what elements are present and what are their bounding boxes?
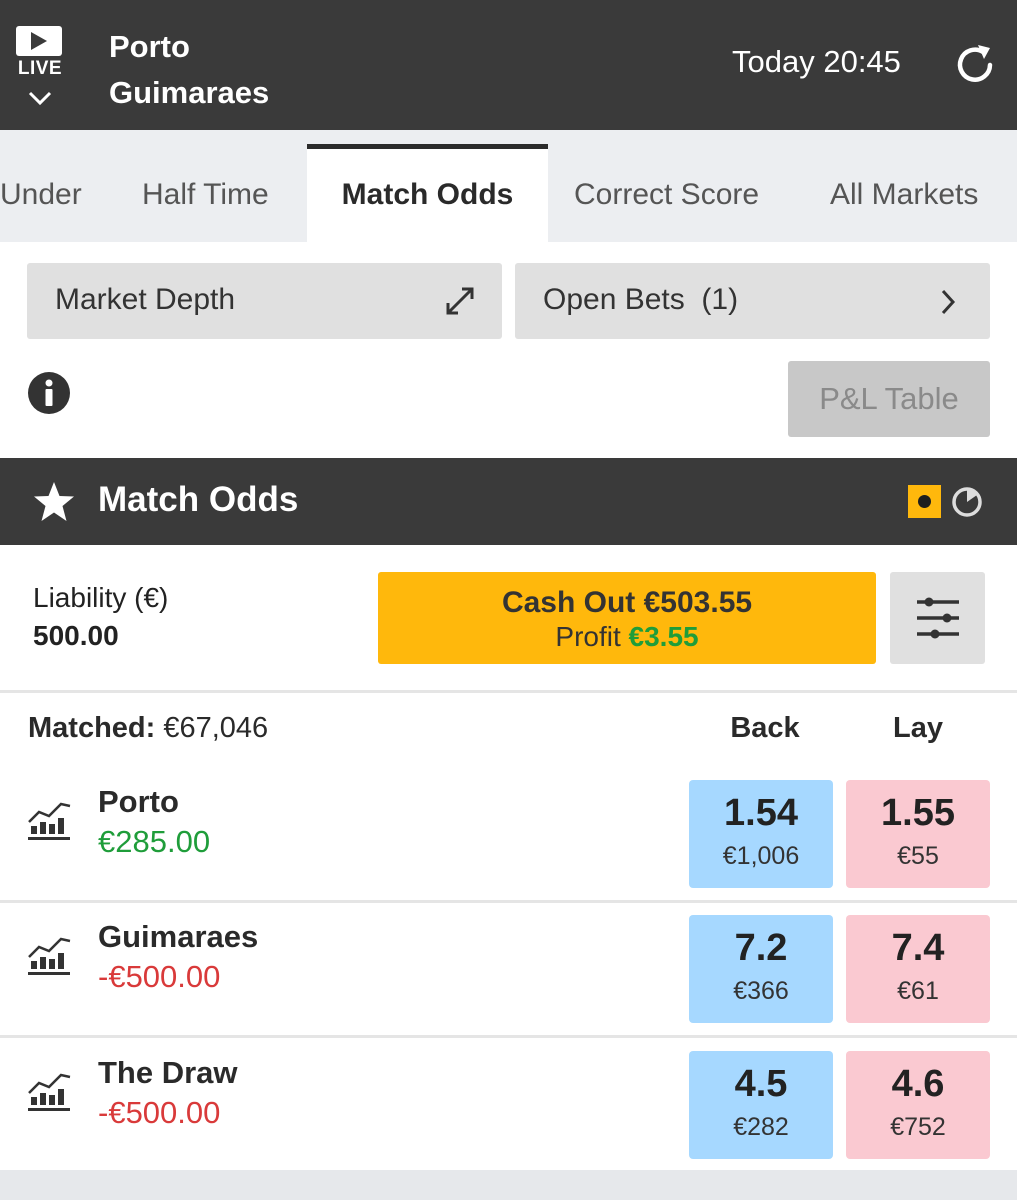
back-price: 1.54	[724, 792, 798, 834]
event-teams: Porto Guimaraes	[109, 24, 269, 116]
chevron-down-icon	[28, 91, 52, 106]
matched-amount: Matched: €67,046	[28, 712, 268, 745]
event-header: LIVE Porto Guimaraes Today 20:45	[0, 0, 1017, 130]
open-bets-label: Open Bets (1)	[543, 283, 739, 316]
open-bets-button[interactable]: Open Bets (1)	[515, 263, 990, 339]
profit-label: Profit	[555, 621, 621, 652]
back-odds-button[interactable]: 4.5 €282	[689, 1051, 833, 1159]
expand-icon	[446, 287, 474, 315]
star-icon[interactable]	[32, 480, 76, 524]
cash-out-label: Cash Out €503.55	[501, 586, 753, 619]
chart-icon[interactable]	[26, 796, 72, 842]
lay-odds-button[interactable]: 7.4 €61	[846, 915, 990, 1023]
runner-name: The Draw	[98, 1055, 238, 1090]
cash-out-settings-button[interactable]	[890, 572, 985, 664]
back-column-header: Back	[730, 712, 800, 744]
tab-correct-score[interactable]: Correct Score	[574, 144, 784, 242]
info-icon[interactable]	[27, 371, 71, 415]
market-title: Match Odds	[98, 480, 299, 519]
lay-volume: €55	[897, 842, 939, 870]
pl-table-button[interactable]: P&L Table	[788, 361, 990, 437]
market-depth-label: Market Depth	[55, 283, 236, 316]
away-team: Guimaraes	[109, 75, 270, 110]
home-team: Porto	[109, 29, 190, 64]
match-time: Today 20:45	[732, 44, 901, 79]
chart-icon[interactable]	[26, 1067, 72, 1113]
lay-volume: €752	[890, 1113, 946, 1141]
market-depth-button[interactable]: Market Depth	[27, 263, 502, 339]
lay-odds-button[interactable]: 4.6 €752	[846, 1051, 990, 1159]
live-toggle[interactable]: LIVE	[16, 26, 64, 116]
refresh-icon[interactable]	[952, 42, 998, 88]
cash-out-button[interactable]: Cash Out €503.55 Profit €3.55	[378, 572, 876, 664]
back-odds-button[interactable]: 1.54 €1,006	[689, 780, 833, 888]
back-odds-button[interactable]: 7.2 €366	[689, 915, 833, 1023]
chart-icon[interactable]	[26, 931, 72, 977]
profit-value: €3.55	[628, 621, 699, 652]
play-icon	[16, 26, 62, 56]
runner-pl: €285.00	[98, 824, 211, 859]
runner-pl: -€500.00	[98, 1095, 221, 1130]
divider	[0, 690, 1017, 693]
tab-under[interactable]: Under	[0, 144, 100, 242]
lay-volume: €61	[897, 977, 939, 1005]
lay-price: 1.55	[881, 792, 955, 834]
matched-label: Matched:	[28, 712, 156, 744]
in-play-icon	[908, 485, 941, 518]
matched-value: €67,046	[163, 712, 269, 744]
lay-column-header: Lay	[893, 712, 943, 744]
timer-icon	[952, 487, 982, 517]
tab-half-time[interactable]: Half Time	[142, 144, 292, 242]
tab-all-markets[interactable]: All Markets	[830, 144, 1017, 242]
tab-match-odds[interactable]: Match Odds	[307, 144, 548, 242]
bottom-bar	[0, 1170, 1017, 1200]
lay-price: 4.6	[891, 1063, 945, 1105]
runner-row: The Draw -€500.00 4.5 €282 4.6 €752	[0, 1037, 1017, 1172]
runner-pl: -€500.00	[98, 959, 221, 994]
chevron-right-icon	[941, 289, 956, 315]
cash-out-profit: Profit €3.55	[378, 621, 876, 653]
sliders-icon	[917, 597, 959, 639]
back-volume: €1,006	[722, 842, 800, 870]
liability-label: Liability (€)	[33, 582, 169, 613]
back-volume: €366	[733, 977, 789, 1005]
runner-name: Porto	[98, 784, 179, 819]
lay-odds-button[interactable]: 1.55 €55	[846, 780, 990, 888]
back-volume: €282	[733, 1113, 789, 1141]
back-price: 7.2	[734, 927, 788, 969]
live-label: LIVE	[17, 58, 63, 79]
runner-row: Porto €285.00 1.54 €1,006 1.55 €55	[0, 766, 1017, 901]
runner-name: Guimaraes	[98, 919, 259, 954]
liability-value: 500.00	[33, 620, 119, 651]
back-price: 4.5	[734, 1063, 788, 1105]
market-tabs: Under Half Time Match Odds Correct Score…	[0, 130, 1017, 242]
market-header: Match Odds	[0, 458, 1017, 545]
lay-price: 7.4	[891, 927, 945, 969]
runner-row: Guimaraes -€500.00 7.2 €366 7.4 €61	[0, 901, 1017, 1036]
